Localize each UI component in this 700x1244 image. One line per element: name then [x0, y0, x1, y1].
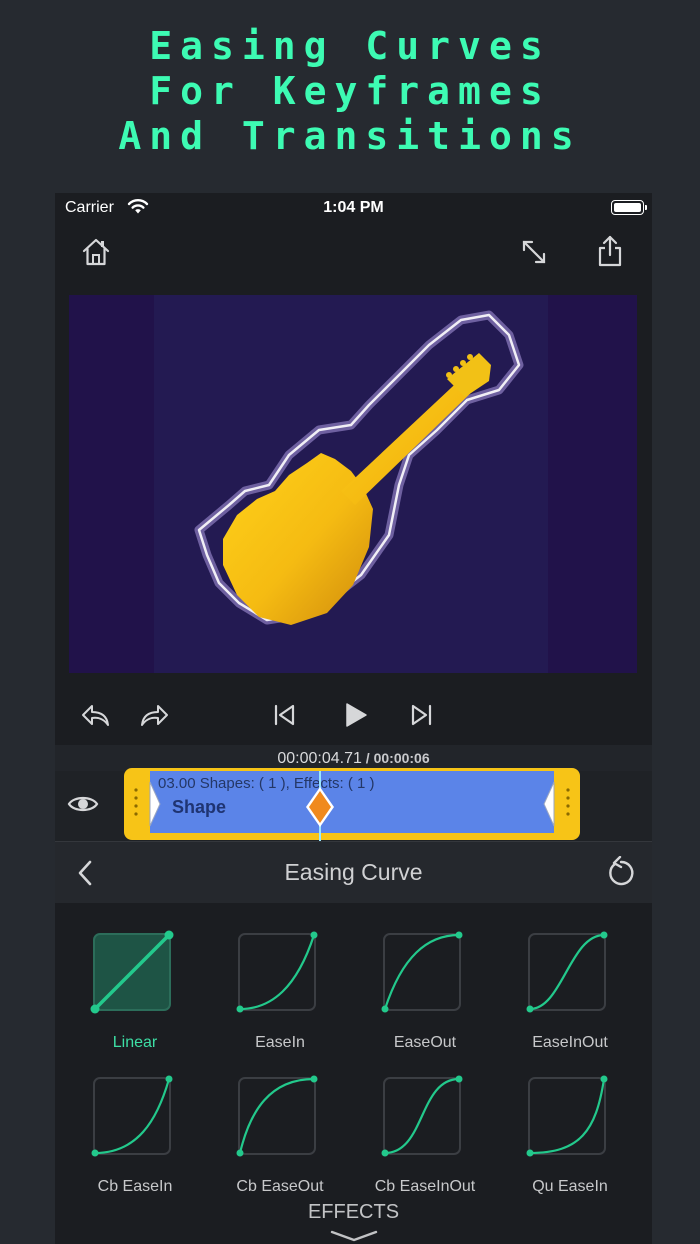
easeout-curve-icon [381, 931, 463, 1013]
skip-forward-icon [411, 704, 432, 726]
top-toolbar [55, 223, 652, 295]
effects-label: EFFECTS [307, 1201, 400, 1223]
easein-curve-icon [236, 931, 318, 1013]
cb-easeout-curve-icon [236, 1075, 318, 1157]
undo-icon [82, 705, 109, 726]
play-icon [346, 703, 367, 727]
panel-title: Easing Curve [284, 859, 423, 885]
skip-back-icon [274, 704, 295, 726]
reset-icon [609, 856, 634, 886]
keyframe-marker[interactable] [304, 785, 336, 829]
easing-curve-grid: Linear EaseIn EaseOut EaseInOut Cb EaseI… [55, 903, 652, 1244]
curve-easein[interactable]: EaseIn [207, 903, 353, 1051]
clip-title: Shape [172, 797, 227, 817]
cb-easein-curve-icon [91, 1075, 173, 1157]
curve-qu-easein[interactable]: Qu EaseIn [497, 1047, 643, 1195]
battery-icon [611, 200, 647, 215]
status-bar: Carrier 1:04 PM [55, 193, 652, 223]
clip-body: 03.00 Shapes: ( 1 ), Effects: ( 1 ) Shap… [150, 771, 554, 833]
promo-line-2: For Keyframes [149, 69, 551, 113]
clip-info: 03.00 Shapes: ( 1 ), Effects: ( 1 ) [158, 775, 375, 792]
clip-trim-handle-left[interactable] [124, 768, 164, 840]
curve-label: Cb EaseIn [97, 1178, 173, 1195]
clip-trim-handle-right[interactable] [540, 768, 580, 840]
time-separator: / [361, 750, 374, 766]
easing-panel-header: Easing Curve [55, 841, 652, 903]
timeline-clip[interactable]: 03.00 Shapes: ( 1 ), Effects: ( 1 ) Shap… [124, 768, 580, 840]
linear-curve-icon [90, 930, 174, 1014]
home-icon [82, 238, 110, 266]
redo-button[interactable] [139, 699, 171, 731]
curve-cb-easeinout[interactable]: Cb EaseInOut [352, 1047, 498, 1195]
video-preview[interactable] [69, 295, 637, 673]
fullscreen-button[interactable] [518, 236, 550, 268]
reset-button[interactable] [603, 854, 637, 890]
curve-easeinout[interactable]: EaseInOut [497, 903, 643, 1051]
share-icon [598, 235, 622, 267]
promo-line-1: Easing Curves [149, 24, 551, 68]
curve-cb-easein[interactable]: Cb EaseIn [62, 1047, 208, 1195]
skip-forward-button[interactable] [407, 699, 437, 731]
curve-label: Cb EaseInOut [374, 1178, 476, 1195]
effects-tab[interactable]: EFFECTS [55, 1201, 652, 1224]
undo-button[interactable] [79, 699, 111, 731]
curve-label: Qu EaseIn [532, 1178, 608, 1195]
easeinout-curve-icon [526, 931, 608, 1013]
promo-line-3: And Transitions [118, 114, 582, 158]
home-button[interactable] [79, 235, 113, 269]
current-time: 00:00:04.71 [277, 750, 362, 767]
visibility-toggle[interactable] [65, 789, 101, 819]
timeline-track: 03.00 Shapes: ( 1 ), Effects: ( 1 ) Shap… [55, 768, 652, 841]
play-button[interactable] [338, 697, 372, 733]
playback-controls [55, 683, 652, 747]
curve-cb-easeout[interactable]: Cb EaseOut [207, 1047, 353, 1195]
chevron-down-icon[interactable] [329, 1229, 379, 1243]
qu-easein-curve-icon [526, 1075, 608, 1157]
device-screen: Carrier 1:04 PM 00:00:04.71 / 00:00:06 0… [55, 193, 652, 1244]
guitar-shape [194, 310, 524, 625]
skip-back-button[interactable] [269, 699, 299, 731]
curve-label: Cb EaseOut [236, 1178, 324, 1195]
eye-icon [67, 796, 99, 812]
expand-icon [522, 240, 546, 264]
cb-easeinout-curve-icon [381, 1075, 463, 1157]
curve-linear[interactable]: Linear [62, 903, 208, 1051]
promo-headline: Easing Curves For Keyframes And Transiti… [0, 24, 700, 159]
clock: 1:04 PM [323, 199, 384, 216]
share-button[interactable] [593, 233, 627, 269]
curve-easeout[interactable]: EaseOut [352, 903, 498, 1051]
total-time: 00:00:06 [373, 750, 430, 766]
redo-icon [141, 705, 168, 726]
